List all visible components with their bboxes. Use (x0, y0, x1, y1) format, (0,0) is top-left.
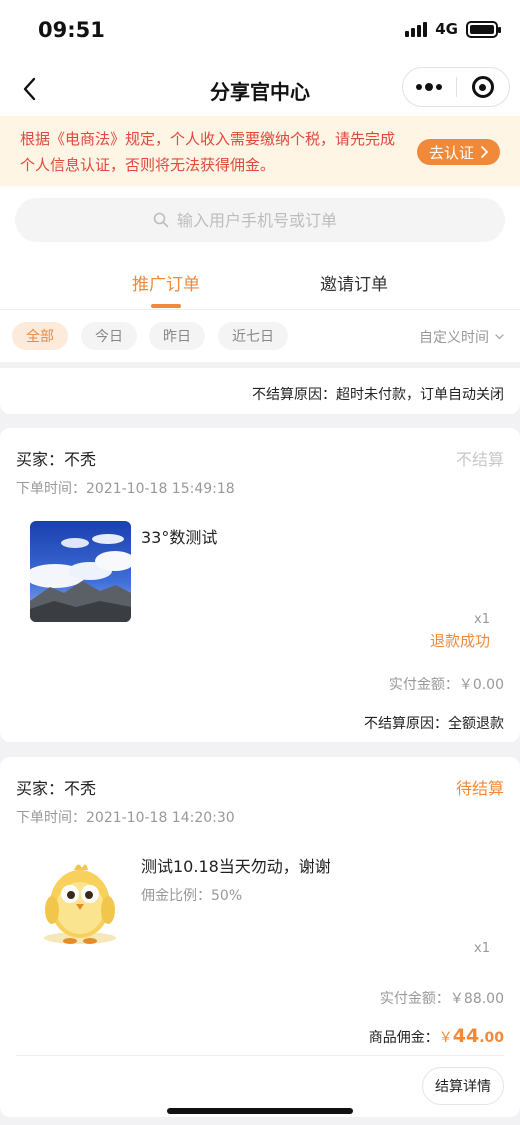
paid-amount: 实付金额：￥0.00 (389, 674, 504, 694)
product-name: 测试10.18当天勿动，谢谢 (141, 857, 331, 876)
filter-all[interactable]: 全部 (12, 322, 68, 350)
custom-time-label: 自定义时间 (419, 330, 489, 346)
settlement-status: 不结算 (455, 450, 504, 469)
more-icon[interactable] (403, 83, 456, 91)
status-indicators: 4G (405, 20, 501, 38)
settlement-status: 待结算 (455, 779, 504, 798)
battery-icon (466, 20, 501, 38)
order-card: 买家：不秃 不结算 下单时间：2021-10-18 15:49:18 33°数测… (0, 428, 520, 742)
close-mini-program-icon[interactable] (456, 76, 509, 98)
filter-last-seven-days[interactable]: 近七日 (218, 322, 288, 350)
mini-program-capsule (402, 67, 510, 107)
buyer-name: 买家：不秃 (16, 779, 97, 798)
verify-button[interactable]: 去认证 (416, 139, 500, 165)
search-box[interactable] (15, 198, 505, 242)
commission-label: 商品佣金： (368, 1030, 439, 1046)
paid-value: ￥88.00 (449, 991, 504, 1007)
product-name: 33°数测试 (141, 528, 218, 547)
search-area (0, 186, 520, 256)
product-image[interactable] (30, 850, 131, 951)
search-icon (153, 212, 169, 228)
network-type: 4G (435, 20, 458, 38)
order-card: 买家：不秃 待结算 下单时间：2021-10-18 14:20:30 测试10.… (0, 757, 520, 1117)
order-time: 下单时间：2021-10-18 15:49:18 (16, 481, 235, 497)
commission-integer: 44 (452, 1025, 480, 1047)
commission-decimal: .00 (479, 1030, 504, 1046)
nav-bar: 分享官中心 (0, 62, 520, 116)
custom-time-filter[interactable]: 自定义时间 (419, 327, 504, 347)
status-time: 09:51 (38, 18, 105, 42)
home-indicator (167, 1108, 353, 1114)
commission-currency: ￥ (438, 1030, 453, 1046)
notice-text: 根据《电商法》规定，个人收入需要缴纳个税，请先完成个人信息认证，否则将无法获得佣… (20, 130, 396, 174)
refund-status: 退款成功 (429, 632, 490, 650)
order-tabs: 推广订单 邀请订单 (0, 256, 520, 310)
verify-button-label: 去认证 (428, 143, 474, 162)
product-quantity: x1 (474, 941, 490, 956)
active-tab-indicator (151, 304, 181, 308)
order-card: 不结算原因：超时未付款，订单自动关闭 (0, 368, 520, 414)
order-time: 下单时间：2021-10-18 14:20:30 (16, 810, 235, 826)
settle-reason: 不结算原因：超时未付款，订单自动关闭 (252, 387, 504, 403)
chevron-down-icon (495, 334, 504, 340)
paid-amount: 实付金额：￥88.00 (380, 988, 504, 1008)
settlement-detail-button[interactable]: 结算详情 (422, 1067, 504, 1105)
status-bar: 09:51 4G (0, 0, 520, 62)
card-divider (16, 1055, 504, 1056)
product-quantity: x1 (474, 612, 490, 627)
paid-value: ￥0.00 (458, 677, 504, 693)
commission-rate: 佣金比例：50% (141, 888, 243, 904)
search-input[interactable] (177, 210, 367, 230)
filter-yesterday[interactable]: 昨日 (149, 322, 205, 350)
chevron-right-icon (481, 146, 488, 158)
product-commission: 商品佣金：￥44.00 (369, 1025, 504, 1047)
product-image[interactable] (30, 521, 131, 622)
paid-label: 实付金额： (379, 991, 450, 1007)
tab-promotion-orders[interactable]: 推广订单 (86, 270, 246, 295)
signal-icon (405, 21, 428, 37)
buyer-name: 买家：不秃 (16, 450, 97, 469)
tax-notice-banner: 根据《电商法》规定，个人收入需要缴纳个税，请先完成个人信息认证，否则将无法获得佣… (0, 116, 520, 186)
settle-reason: 不结算原因：全额退款 (364, 716, 504, 732)
date-filters: 全部 今日 昨日 近七日 自定义时间 (0, 310, 520, 362)
paid-label: 实付金额： (388, 677, 459, 693)
tab-invite-orders[interactable]: 邀请订单 (274, 270, 434, 295)
filter-today[interactable]: 今日 (81, 322, 137, 350)
